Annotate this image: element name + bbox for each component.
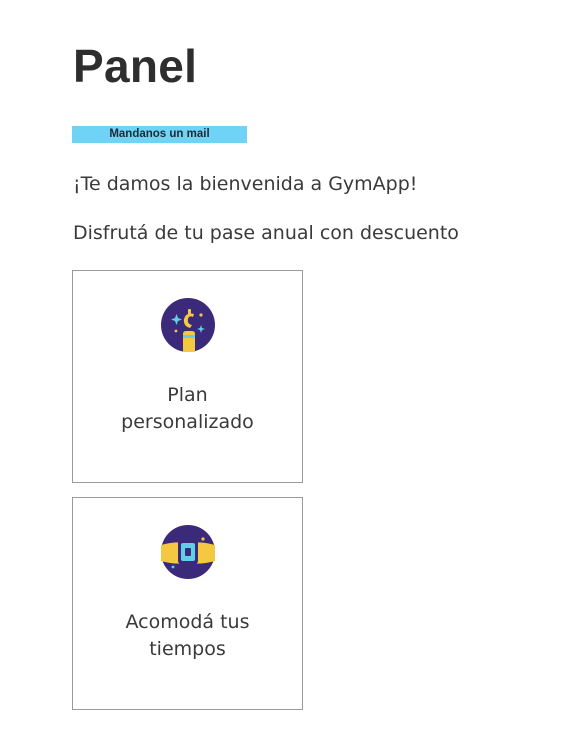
- welcome-message: ¡Te damos la bienvenida a GymApp!: [73, 173, 418, 195]
- card-label-line: Plan: [167, 384, 208, 406]
- card-label: Plan personalizado: [83, 382, 292, 436]
- mail-us-link[interactable]: Mandanos un mail: [72, 126, 247, 143]
- page-title: Panel: [73, 40, 198, 92]
- smartwatch-icon: [161, 525, 215, 579]
- annual-pass-promo: Disfrutá de tu pase anual con descuento: [73, 222, 459, 244]
- card-label-line: personalizado: [121, 411, 254, 433]
- card-label-line: Acomodá tus: [125, 611, 250, 633]
- magic-plan-icon: [161, 298, 215, 352]
- card-label-line: tiempos: [149, 638, 226, 660]
- card-manage-time[interactable]: Acomodá tus tiempos: [72, 497, 303, 710]
- card-personalized-plan[interactable]: Plan personalizado: [72, 270, 303, 483]
- card-label: Acomodá tus tiempos: [83, 609, 292, 663]
